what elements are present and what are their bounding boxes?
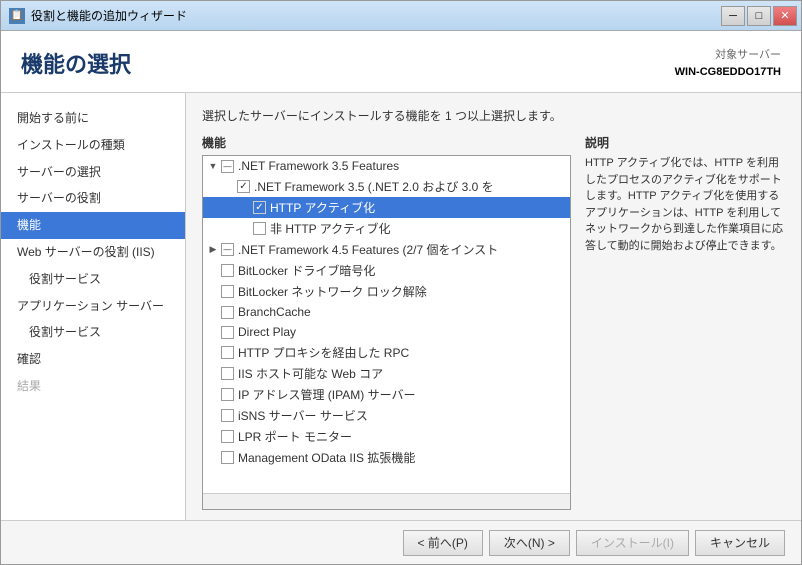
checkbox-bitlocker-drive[interactable] — [221, 264, 234, 277]
checkbox-branchcache[interactable] — [221, 306, 234, 319]
feature-item-net35-features[interactable]: .NET Framework 3.5 Features — [203, 156, 570, 176]
description-label: 説明 — [585, 134, 785, 151]
feature-label-lpr: LPR ポート モニター — [238, 428, 352, 445]
checkbox-http-rpc[interactable] — [221, 346, 234, 359]
feature-item-net35[interactable]: .NET Framework 3.5 (.NET 2.0 および 3.0 を — [203, 176, 570, 197]
sidebar-item-web-server[interactable]: Web サーバーの役割 (IIS) — [1, 239, 185, 266]
description-panel: 説明 HTTP アクティブ化では、HTTP を利用したプロセスのアクティブ化をサ… — [585, 134, 785, 510]
feature-item-ip-admin[interactable]: IP アドレス管理 (IPAM) サーバー — [203, 384, 570, 405]
feature-item-bitlocker-network[interactable]: BitLocker ネットワーク ロック解除 — [203, 281, 570, 302]
page-title: 機能の選択 — [21, 47, 131, 79]
sidebar-item-server-role[interactable]: サーバーの役割 — [1, 185, 185, 212]
features-label: 機能 — [202, 134, 571, 151]
maximize-button[interactable]: □ — [747, 6, 771, 26]
checkbox-net35-features[interactable] — [221, 160, 234, 173]
checkbox-net35[interactable] — [237, 180, 250, 193]
feature-item-isns[interactable]: iSNS サーバー サービス — [203, 405, 570, 426]
feature-item-management[interactable]: Management OData IIS 拡張機能 — [203, 447, 570, 468]
sidebar-item-before-start[interactable]: 開始する前に — [1, 105, 185, 132]
checkbox-management[interactable] — [221, 451, 234, 464]
features-panel: 機能 .NET Framework 3.5 Features.NET Frame… — [202, 134, 571, 510]
feature-label-net45-features: .NET Framework 4.5 Features (2/7 個をインスト — [238, 241, 498, 258]
feature-item-branchcache[interactable]: BranchCache — [203, 302, 570, 322]
titlebar: 📋 役割と機能の追加ウィザード ─ □ ✕ — [1, 1, 801, 31]
sidebar-item-features[interactable]: 機能 — [1, 212, 185, 239]
feature-label-branchcache: BranchCache — [238, 305, 311, 319]
sidebar-item-role-services2[interactable]: 役割サービス — [1, 319, 185, 346]
content-area: 機能の選択 対象サーバー WIN-CG8EDDO17TH 開始する前にインストー… — [1, 31, 801, 520]
feature-label-iis-web-core: IIS ホスト可能な Web コア — [238, 365, 383, 382]
feature-item-non-http-activation[interactable]: 非 HTTP アクティブ化 — [203, 218, 570, 239]
feature-label-http-activation: HTTP アクティブ化 — [270, 199, 375, 216]
window-icon: 📋 — [9, 8, 25, 24]
feature-label-direct-play: Direct Play — [238, 325, 296, 339]
feature-label-non-http-activation: 非 HTTP アクティブ化 — [270, 220, 390, 237]
checkbox-ip-admin[interactable] — [221, 388, 234, 401]
main-area: 開始する前にインストールの種類サーバーの選択サーバーの役割機能Web サーバーの… — [1, 93, 801, 520]
instructions: 選択したサーバーにインストールする機能を 1 つ以上選択します。 — [202, 107, 785, 124]
feature-label-management: Management OData IIS 拡張機能 — [238, 449, 415, 466]
server-info: 対象サーバー WIN-CG8EDDO17TH — [675, 47, 781, 80]
feature-label-bitlocker-drive: BitLocker ドライブ暗号化 — [238, 262, 375, 279]
footer: < 前へ(P) 次へ(N) > インストール(I) キャンセル — [1, 520, 801, 564]
next-button[interactable]: 次へ(N) > — [489, 530, 570, 556]
expand-arrow-net35-features — [207, 160, 219, 172]
titlebar-left: 📋 役割と機能の追加ウィザード — [9, 7, 187, 24]
sidebar-item-install-type[interactable]: インストールの種類 — [1, 132, 185, 159]
server-label: 対象サーバー — [675, 47, 781, 64]
checkbox-http-activation[interactable] — [253, 201, 266, 214]
checkbox-iis-web-core[interactable] — [221, 367, 234, 380]
server-name: WIN-CG8EDDO17TH — [675, 64, 781, 81]
feature-label-net35: .NET Framework 3.5 (.NET 2.0 および 3.0 を — [254, 178, 494, 195]
minimize-button[interactable]: ─ — [721, 6, 745, 26]
checkbox-bitlocker-network[interactable] — [221, 285, 234, 298]
sidebar-item-role-services[interactable]: 役割サービス — [1, 266, 185, 293]
sidebar-item-results: 結果 — [1, 373, 185, 400]
feature-label-http-rpc: HTTP プロキシを経由した RPC — [238, 344, 409, 361]
feature-label-net35-features: .NET Framework 3.5 Features — [238, 159, 399, 173]
install-button[interactable]: インストール(I) — [576, 530, 689, 556]
window-title: 役割と機能の追加ウィザード — [31, 7, 187, 24]
cancel-button[interactable]: キャンセル — [695, 530, 785, 556]
checkbox-lpr[interactable] — [221, 430, 234, 443]
prev-button[interactable]: < 前へ(P) — [403, 530, 483, 556]
checkbox-direct-play[interactable] — [221, 326, 234, 339]
feature-item-net45-features[interactable]: .NET Framework 4.5 Features (2/7 個をインスト — [203, 239, 570, 260]
features-list-container: .NET Framework 3.5 Features .NET Framewor… — [202, 155, 571, 510]
feature-item-bitlocker-drive[interactable]: BitLocker ドライブ暗号化 — [203, 260, 570, 281]
feature-label-ip-admin: IP アドレス管理 (IPAM) サーバー — [238, 386, 415, 403]
feature-label-isns: iSNS サーバー サービス — [238, 407, 368, 424]
feature-item-lpr[interactable]: LPR ポート モニター — [203, 426, 570, 447]
close-button[interactable]: ✕ — [773, 6, 797, 26]
description-text: HTTP アクティブ化では、HTTP を利用したプロセスのアクティブ化をサポート… — [585, 155, 785, 254]
right-panel: 選択したサーバーにインストールする機能を 1 つ以上選択します。 機能 .NET… — [186, 93, 801, 520]
sidebar-item-server-select[interactable]: サーバーの選択 — [1, 159, 185, 186]
expand-arrow-net45-features — [207, 244, 219, 256]
checkbox-net45-features[interactable] — [221, 243, 234, 256]
feature-item-direct-play[interactable]: Direct Play — [203, 322, 570, 342]
feature-label-bitlocker-network: BitLocker ネットワーク ロック解除 — [238, 283, 427, 300]
horizontal-scrollbar[interactable] — [203, 493, 570, 509]
checkbox-isns[interactable] — [221, 409, 234, 422]
checkbox-non-http-activation[interactable] — [253, 222, 266, 235]
feature-item-iis-web-core[interactable]: IIS ホスト可能な Web コア — [203, 363, 570, 384]
sidebar-item-app-server[interactable]: アプリケーション サーバー — [1, 293, 185, 320]
sidebar-item-confirm[interactable]: 確認 — [1, 346, 185, 373]
panel-body: 機能 .NET Framework 3.5 Features.NET Frame… — [202, 134, 785, 510]
feature-item-http-activation[interactable]: HTTP アクティブ化 — [203, 197, 570, 218]
feature-item-http-rpc[interactable]: HTTP プロキシを経由した RPC — [203, 342, 570, 363]
sidebar: 開始する前にインストールの種類サーバーの選択サーバーの役割機能Web サーバーの… — [1, 93, 186, 520]
main-window: 📋 役割と機能の追加ウィザード ─ □ ✕ 機能の選択 対象サーバー WIN-C… — [0, 0, 802, 565]
features-list[interactable]: .NET Framework 3.5 Features .NET Framewor… — [203, 156, 570, 493]
window-controls: ─ □ ✕ — [721, 6, 797, 26]
header-area: 機能の選択 対象サーバー WIN-CG8EDDO17TH — [1, 31, 801, 93]
